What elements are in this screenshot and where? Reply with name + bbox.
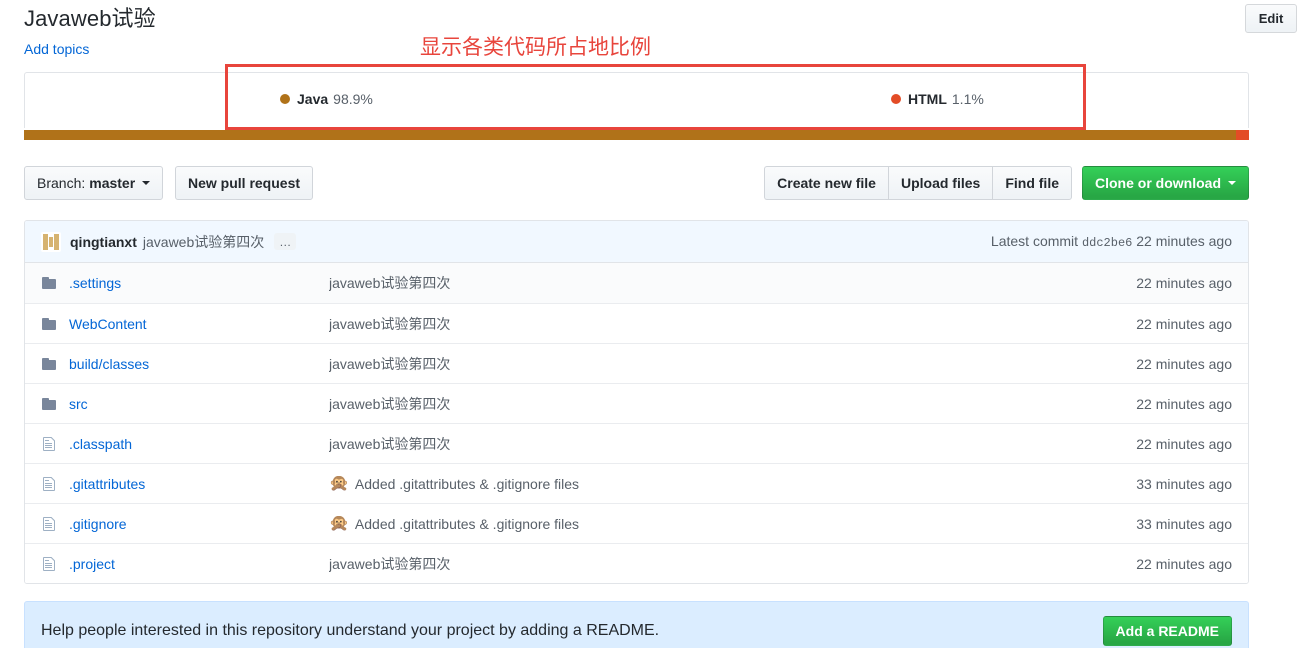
edit-button[interactable]: Edit — [1245, 4, 1297, 33]
table-row: .classpath javaweb试验第四次 22 minutes ago — [25, 423, 1248, 463]
commit-message-cell: javaweb试验第四次 — [329, 554, 1136, 574]
branch-prefix-label: Branch: — [37, 175, 86, 191]
file-name-link[interactable]: .settings — [69, 275, 329, 291]
chevron-down-icon — [1228, 181, 1236, 185]
commit-message-link[interactable]: javaweb试验第四次 — [329, 273, 450, 293]
commit-message-cell: 🙊 Added .gitattributes & .gitignore files — [329, 516, 1136, 532]
table-row: WebContent javaweb试验第四次 22 minutes ago — [25, 303, 1248, 343]
upload-files-button[interactable]: Upload files — [887, 166, 993, 200]
commit-details-toggle[interactable]: … — [274, 233, 297, 250]
commit-age: 22 minutes ago — [1136, 233, 1232, 249]
commit-message-link[interactable]: javaweb试验第四次 — [143, 232, 264, 252]
commit-message-link[interactable]: Added .gitattributes & .gitignore files — [355, 476, 579, 492]
clone-or-download-button[interactable]: Clone or download — [1082, 166, 1249, 200]
file-name-link[interactable]: WebContent — [69, 316, 329, 332]
readme-banner-text: Help people interested in this repositor… — [41, 622, 660, 639]
table-row: .settings javaweb试验第四次 22 minutes ago — [25, 263, 1248, 303]
add-readme-button[interactable]: Add a README — [1102, 616, 1232, 646]
commit-age-cell: 33 minutes ago — [1136, 515, 1232, 532]
repository-page: Javaweb试验 Add topics Edit Java 98.9% HTM… — [0, 0, 1313, 648]
commit-author-link[interactable]: qingtianxt — [70, 234, 137, 250]
language-item-html[interactable]: HTML 1.1% — [891, 91, 984, 107]
commit-message-cell: javaweb试验第四次 — [329, 354, 1136, 374]
language-legend: Java 98.9% HTML 1.1% — [25, 73, 1248, 128]
file-name-link[interactable]: .classpath — [69, 436, 329, 452]
branch-selector-button[interactable]: Branch: master — [24, 166, 164, 200]
latest-commit-label: Latest commit — [990, 233, 1079, 249]
commit-message-cell: javaweb试验第四次 — [329, 273, 1136, 293]
commit-message-link[interactable]: javaweb试验第四次 — [329, 554, 450, 574]
create-new-file-button[interactable]: Create new file — [764, 166, 888, 200]
folder-icon — [41, 356, 59, 372]
commit-message-cell: 🙊 Added .gitattributes & .gitignore files — [329, 476, 1136, 492]
language-segment-html[interactable] — [1235, 130, 1249, 140]
clone-or-download-label: Clone or download — [1095, 175, 1221, 191]
repo-actions-group: Create new file Upload files Find file C… — [764, 166, 1249, 200]
monkey-emoji-icon: 🙊 — [329, 475, 349, 492]
commit-message-cell: javaweb试验第四次 — [329, 394, 1136, 414]
language-segment-java[interactable] — [24, 130, 1236, 140]
monkey-emoji-icon: 🙊 — [329, 515, 349, 532]
commit-age-cell: 22 minutes ago — [1136, 395, 1232, 412]
table-row: .gitattributes 🙊 Added .gitattributes & .g… — [25, 463, 1248, 503]
table-row: src javaweb试验第四次 22 minutes ago — [25, 383, 1248, 423]
language-color-dot-java — [280, 94, 290, 104]
repo-toolbar: Branch: master New pull request Create n… — [24, 166, 1249, 200]
file-name-link[interactable]: build/classes — [69, 356, 329, 372]
find-file-button[interactable]: Find file — [992, 166, 1072, 200]
add-topics-link[interactable]: Add topics — [24, 41, 89, 57]
commit-age-cell: 33 minutes ago — [1136, 475, 1232, 492]
file-name-link[interactable]: src — [69, 396, 329, 412]
file-icon — [41, 556, 59, 572]
file-name-link[interactable]: .gitattributes — [69, 476, 329, 492]
page-title: Javaweb试验 — [24, 6, 156, 31]
commit-age-cell: 22 minutes ago — [1136, 315, 1232, 332]
commit-age-cell: 22 minutes ago — [1136, 355, 1232, 372]
commit-message-link[interactable]: Added .gitattributes & .gitignore files — [355, 516, 579, 532]
language-item-java[interactable]: Java 98.9% — [280, 91, 373, 107]
folder-icon — [41, 275, 59, 291]
table-row: .gitignore 🙊 Added .gitattributes & .gitig… — [25, 503, 1248, 543]
new-pull-request-button[interactable]: New pull request — [175, 166, 314, 200]
readme-suggestion-banner: Help people interested in this repositor… — [24, 601, 1249, 648]
language-name-html: HTML — [908, 91, 947, 107]
file-icon — [41, 476, 59, 492]
file-name-link[interactable]: .gitignore — [69, 516, 329, 532]
latest-commit-bar: qingtianxt javaweb试验第四次 … Latest commit … — [25, 221, 1248, 263]
avatar — [41, 231, 61, 252]
commit-age-cell: 22 minutes ago — [1136, 275, 1232, 291]
folder-icon — [41, 316, 59, 332]
branch-name-label: master — [89, 175, 136, 191]
file-name-link[interactable]: .project — [69, 556, 329, 572]
language-percent-java: 98.9% — [333, 91, 373, 107]
commit-age-cell: 22 minutes ago — [1136, 435, 1232, 452]
file-listing: qingtianxt javaweb试验第四次 … Latest commit … — [24, 220, 1249, 584]
language-percent-html: 1.1% — [951, 91, 984, 107]
commit-message-cell: javaweb试验第四次 — [329, 314, 1136, 334]
chevron-down-icon — [142, 181, 151, 185]
folder-icon — [41, 396, 59, 412]
commit-sha-link[interactable]: ddc2be6 — [1082, 236, 1132, 250]
language-color-dot-html — [891, 94, 901, 104]
table-row: build/classes javaweb试验第四次 22 minutes ago — [25, 343, 1248, 383]
commit-age-cell: 22 minutes ago — [1136, 555, 1232, 572]
language-stats-box: Java 98.9% HTML 1.1% — [24, 72, 1249, 128]
commit-message-link[interactable]: javaweb试验第四次 — [329, 434, 450, 454]
table-row: .project javaweb试验第四次 22 minutes ago — [25, 543, 1248, 583]
commit-message-cell: javaweb试验第四次 — [329, 434, 1136, 454]
file-icon — [41, 516, 59, 532]
file-rows-container: .settings javaweb试验第四次 22 minutes ago WebCo… — [25, 263, 1248, 583]
commit-message-link[interactable]: javaweb试验第四次 — [329, 354, 450, 374]
language-name-java: Java — [297, 91, 329, 107]
annotation-text: 显示各类代码所占地比例 — [420, 35, 651, 59]
latest-commit-meta: Latest commit ddc2be6 22 minutes ago — [991, 233, 1232, 250]
file-actions-button-group: Create new file Upload files Find file — [764, 166, 1072, 200]
language-proportion-bar — [24, 130, 1249, 140]
file-icon — [41, 436, 59, 452]
commit-message-link[interactable]: javaweb试验第四次 — [329, 314, 450, 334]
commit-message-link[interactable]: javaweb试验第四次 — [329, 394, 450, 414]
